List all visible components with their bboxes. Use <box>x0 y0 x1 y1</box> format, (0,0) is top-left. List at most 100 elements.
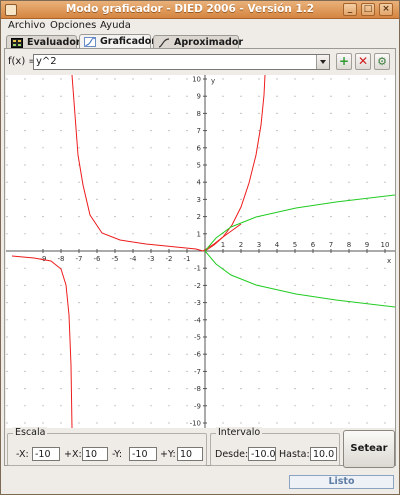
graph-canvas[interactable]: -9 -8 -7 -6 -5 -4 -3 -2 -1 1 2 3 4 5 6 7 8 9 10 10 9 8 7 6 5 4 3 2… <box>6 75 395 428</box>
minimize-button[interactable]: _ <box>343 3 357 16</box>
minus-y-field[interactable]: -10 <box>129 447 157 461</box>
grid-dot <box>132 130 134 132</box>
x-tick-label: 10 <box>381 241 390 249</box>
grid-dot <box>186 405 188 407</box>
grid-dot <box>132 267 134 269</box>
grid-dot <box>60 353 62 355</box>
grid-dot <box>348 319 350 321</box>
grid-dot <box>240 78 242 80</box>
menu-archivo[interactable]: Archivo <box>8 20 45 31</box>
grid-dot <box>96 198 98 200</box>
grid-dot <box>132 422 134 424</box>
menu-opciones[interactable]: Opciones <box>50 20 96 31</box>
grid-dot <box>258 233 260 235</box>
plus-y-field[interactable]: 10 <box>177 447 203 461</box>
grid-dot <box>240 422 242 424</box>
grid-dot <box>60 233 62 235</box>
grid-dot <box>240 302 242 304</box>
function-combo[interactable]: y^2 <box>33 54 330 70</box>
grid-dot <box>294 267 296 269</box>
grid-dot <box>366 405 368 407</box>
grid-dot <box>276 388 278 390</box>
close-button[interactable]: × <box>379 3 393 16</box>
grid-dot <box>366 284 368 286</box>
grid-dot <box>330 164 332 166</box>
plus-x-field[interactable]: 10 <box>82 447 108 461</box>
grid-dot <box>96 181 98 183</box>
grid-dot <box>42 95 44 97</box>
grid-dot <box>114 336 116 338</box>
grid-dot <box>240 198 242 200</box>
function-input[interactable]: y^2 <box>36 56 57 67</box>
hasta-field[interactable]: 10.0 <box>310 447 337 461</box>
tab-aproximador[interactable]: Aproximador <box>153 35 243 49</box>
grid-dot <box>24 319 26 321</box>
grid-dot <box>330 388 332 390</box>
grid-dot <box>330 422 332 424</box>
grid-dot <box>276 336 278 338</box>
grid-dot <box>114 302 116 304</box>
grid-dot <box>294 130 296 132</box>
grid-dot <box>222 78 224 80</box>
grid-dot <box>294 216 296 218</box>
add-function-button[interactable]: + <box>336 53 352 70</box>
x-tick-label: 2 <box>239 241 243 249</box>
grid-dot <box>276 370 278 372</box>
grid-dot <box>42 112 44 114</box>
grid-dot <box>168 388 170 390</box>
grid-dot <box>186 370 188 372</box>
settings-button[interactable]: ⚙ <box>374 53 390 70</box>
grid-dot <box>60 181 62 183</box>
grid-dot <box>348 284 350 286</box>
y-tick-label: 2 <box>197 213 201 221</box>
maximize-button[interactable]: □ <box>361 3 375 16</box>
combo-dropdown-button[interactable] <box>316 55 329 69</box>
grid-dot <box>258 422 260 424</box>
grid-dot <box>132 336 134 338</box>
status-bar: Listo <box>289 475 394 489</box>
grid-dot <box>240 216 242 218</box>
grid-dot <box>294 284 296 286</box>
grid-dot <box>150 353 152 355</box>
grid-dot <box>366 353 368 355</box>
grid-dot <box>348 370 350 372</box>
grid-dot <box>294 112 296 114</box>
grid-dot <box>312 302 314 304</box>
setear-button[interactable]: Setear <box>343 430 395 468</box>
grid-dot <box>330 353 332 355</box>
grid-dot <box>258 336 260 338</box>
remove-function-button[interactable]: ✕ <box>355 53 371 70</box>
grid-dot <box>42 319 44 321</box>
graficador-panel: f(x) = y^2 + ✕ ⚙ -9 -8 -7 -6 -5 -4 -3 -2 -1 1 2 3 4 5… <box>4 48 396 466</box>
plus-x-label: +X: <box>64 449 82 460</box>
y-tick-label: -7 <box>194 368 201 376</box>
minus-x-field[interactable]: -10 <box>32 447 60 461</box>
desde-field[interactable]: -10.0 <box>248 447 276 461</box>
escala-title: Escala <box>13 427 48 438</box>
grid-dot <box>6 267 8 269</box>
grid-dot <box>240 405 242 407</box>
grid-dot <box>150 336 152 338</box>
menu-ayuda[interactable]: Ayuda <box>100 20 131 31</box>
grid-dot <box>222 112 224 114</box>
grid-dot <box>384 130 386 132</box>
graph-svg[interactable]: -9 -8 -7 -6 -5 -4 -3 -2 -1 1 2 3 4 5 6 7 8 9 10 10 9 8 7 6 5 4 3 2… <box>6 75 395 428</box>
grid-dot <box>348 405 350 407</box>
grid-dot <box>276 284 278 286</box>
tab-evaluador[interactable]: Evaluador <box>6 35 81 49</box>
grid-dot <box>294 198 296 200</box>
grid-dot <box>78 319 80 321</box>
grid-dot <box>24 78 26 80</box>
grid-dot <box>330 181 332 183</box>
tab-graficador[interactable]: Graficador <box>79 34 156 49</box>
grid-dot <box>348 422 350 424</box>
grid-dot <box>132 353 134 355</box>
grid-dot <box>150 370 152 372</box>
grid-dot <box>60 319 62 321</box>
title-bar[interactable]: Modo graficador - DIED 2006 - Versión 1.… <box>1 1 399 19</box>
window-title: Modo graficador - DIED 2006 - Versión 1.… <box>65 3 315 15</box>
grid-dot <box>24 112 26 114</box>
grid-dot <box>114 319 116 321</box>
grid-dot <box>384 198 386 200</box>
grid-dot <box>222 164 224 166</box>
